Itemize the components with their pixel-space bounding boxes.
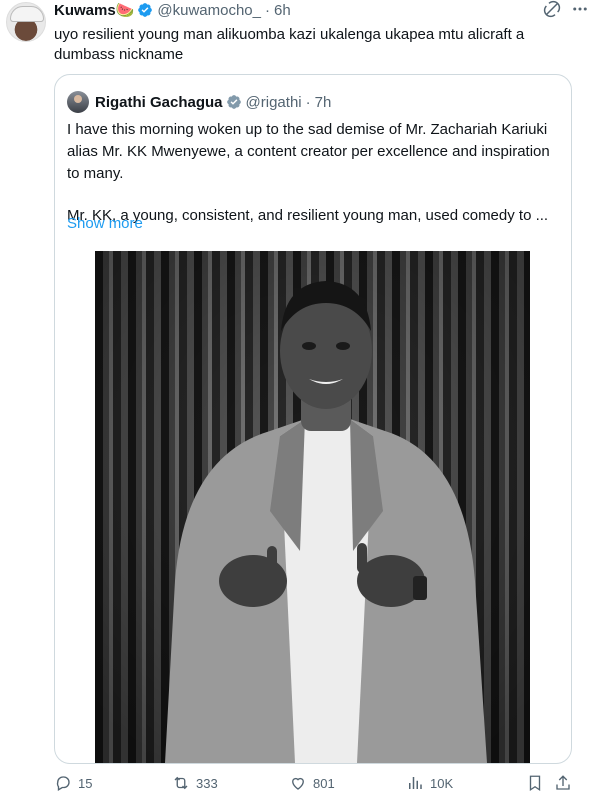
quote-paragraph-1: I have this morning woken up to the sad … bbox=[67, 121, 550, 182]
time-separator: · bbox=[264, 1, 270, 19]
views-icon bbox=[406, 774, 424, 792]
quote-header: Rigathi Gachagua @rigathi · 7h bbox=[67, 91, 331, 113]
views-count: 10K bbox=[430, 775, 454, 791]
show-more-link[interactable]: Show more bbox=[67, 215, 143, 232]
tweet-text: uyo resilient young man alikuomba kazi u… bbox=[54, 26, 525, 63]
retweet-count: 333 bbox=[196, 775, 218, 791]
share-icon bbox=[554, 774, 572, 792]
like-count: 801 bbox=[313, 775, 335, 791]
tweet-top-actions bbox=[543, 0, 589, 18]
author-emoji: 🍉 bbox=[115, 2, 135, 19]
quote-time: 7h bbox=[314, 93, 332, 111]
bookmark-action[interactable] bbox=[526, 774, 544, 792]
retweet-action[interactable]: 333 bbox=[172, 774, 218, 792]
share-action[interactable] bbox=[554, 774, 572, 792]
author-avatar[interactable] bbox=[6, 2, 46, 42]
quote-author-name: Rigathi Gachagua bbox=[95, 93, 223, 111]
reply-icon bbox=[54, 774, 72, 792]
views-action[interactable]: 10K bbox=[406, 774, 453, 792]
quote-author-avatar bbox=[67, 91, 89, 113]
gray-verified-badge-icon bbox=[226, 94, 242, 110]
avatar-cap bbox=[10, 6, 44, 22]
tweet-time[interactable]: 6h bbox=[274, 2, 291, 19]
heart-icon bbox=[289, 774, 307, 792]
verified-badge-icon bbox=[137, 2, 153, 18]
quote-photo[interactable] bbox=[95, 251, 530, 763]
bookmark-icon bbox=[526, 774, 544, 792]
author-name[interactable]: Kuwams bbox=[54, 2, 116, 19]
grok-icon[interactable] bbox=[543, 0, 561, 18]
author-handle[interactable]: @kuwamocho_ bbox=[157, 2, 261, 19]
retweet-icon bbox=[172, 774, 190, 792]
reply-count: 15 bbox=[78, 775, 93, 791]
quoted-tweet[interactable]: Rigathi Gachagua @rigathi · 7h I have th… bbox=[54, 74, 572, 764]
more-options-icon[interactable] bbox=[571, 0, 589, 18]
reply-action[interactable]: 15 bbox=[54, 774, 92, 792]
quote-text: I have this morning woken up to the sad … bbox=[67, 119, 559, 227]
quote-time-separator: · bbox=[305, 93, 311, 111]
portrait-illustration bbox=[95, 251, 530, 763]
tweet-header: Kuwams 🍉 @kuwamocho_ · 6h bbox=[54, 0, 291, 20]
like-action[interactable]: 801 bbox=[289, 774, 335, 792]
action-bar: 15 333 801 10K bbox=[54, 774, 574, 794]
quote-author-handle: @rigathi bbox=[245, 93, 302, 111]
